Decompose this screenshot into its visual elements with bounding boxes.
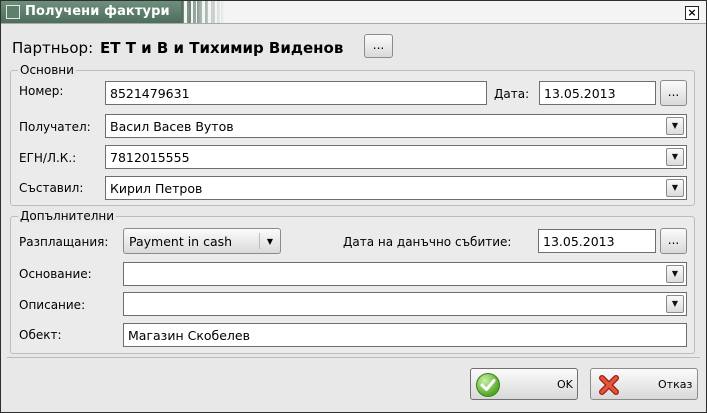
composer-combo[interactable]: Кирил Петров xyxy=(105,176,687,200)
number-input[interactable]: 8521479631 xyxy=(105,81,487,105)
object-input[interactable]: Магазин Скобелев xyxy=(123,323,687,347)
date-value: 13.05.2013 xyxy=(544,86,616,101)
window-icon xyxy=(6,5,20,19)
egn-label: ЕГН/Л.К.: xyxy=(19,151,77,165)
chevron-down-icon: ▼ xyxy=(671,183,679,192)
ok-button[interactable]: OK xyxy=(470,368,578,400)
payment-label: Разплащания: xyxy=(19,235,109,249)
combo-separator xyxy=(259,233,260,249)
basis-combo[interactable] xyxy=(123,262,687,286)
tax-date-browse-label: ... xyxy=(667,233,680,247)
ok-label: OK xyxy=(557,378,573,391)
title-bar[interactable]: Получени фактури × xyxy=(1,1,706,24)
date-picker-button[interactable]: ... xyxy=(660,80,687,106)
basis-dropdown-button[interactable]: ▼ xyxy=(666,265,684,283)
date-label: Дата: xyxy=(494,87,530,101)
egn-combo[interactable]: 7812015555 xyxy=(105,145,687,169)
object-label: Обект: xyxy=(19,328,62,342)
partner-label: Партньор: xyxy=(12,39,94,57)
tax-date-label: Дата на данъчно събитие: xyxy=(343,235,512,249)
recipient-value: Васил Васев Вутов xyxy=(110,119,234,134)
basic-group-title: Основни xyxy=(18,63,76,77)
check-icon xyxy=(476,373,500,397)
browse-label: ... xyxy=(372,38,385,52)
invoice-dialog: Получени фактури × Партньор: ЕТ Т и В и … xyxy=(0,0,707,413)
number-label: Номер: xyxy=(19,84,64,98)
chevron-down-icon: ▼ xyxy=(266,237,273,246)
payment-value: Payment in cash xyxy=(129,234,233,249)
description-dropdown-button[interactable]: ▼ xyxy=(666,295,684,313)
close-button[interactable]: × xyxy=(685,6,699,20)
basis-label: Основание: xyxy=(19,267,92,281)
recipient-dropdown-button[interactable]: ▼ xyxy=(666,117,684,135)
close-icon: × xyxy=(687,6,697,19)
bottom-separator xyxy=(7,357,700,358)
composer-label: Съставил: xyxy=(19,181,84,195)
cancel-label: Отказ xyxy=(658,378,693,391)
chevron-down-icon: ▼ xyxy=(671,152,679,161)
cancel-button[interactable]: Отказ xyxy=(590,368,698,400)
title-tab: Получени фактури xyxy=(1,1,181,23)
tax-date-value: 13.05.2013 xyxy=(543,234,615,249)
title-decoration xyxy=(181,1,225,23)
window-title: Получени фактури xyxy=(25,4,170,19)
number-value: 8521479631 xyxy=(110,86,190,101)
egn-value: 7812015555 xyxy=(110,150,190,165)
date-browse-label: ... xyxy=(667,85,680,99)
chevron-down-icon: ▼ xyxy=(671,299,679,308)
date-input[interactable]: 13.05.2013 xyxy=(539,81,656,105)
chevron-down-icon: ▼ xyxy=(671,121,679,130)
recipient-label: Получател: xyxy=(19,120,91,134)
tax-date-picker-button[interactable]: ... xyxy=(660,228,687,254)
composer-dropdown-button[interactable]: ▼ xyxy=(666,179,684,197)
description-label: Описание: xyxy=(19,298,86,312)
description-combo[interactable] xyxy=(123,292,687,316)
recipient-combo[interactable]: Васил Васев Вутов xyxy=(105,114,687,138)
additional-group-title: Допълнителни xyxy=(18,209,117,223)
payment-select[interactable]: Payment in cash ▼ xyxy=(123,228,281,254)
partner-browse-button[interactable]: ... xyxy=(364,34,393,58)
tax-date-input[interactable]: 13.05.2013 xyxy=(538,229,656,253)
object-value: Магазин Скобелев xyxy=(128,328,250,343)
partner-name: ЕТ Т и В и Тихимир Виденов xyxy=(100,39,344,57)
chevron-down-icon: ▼ xyxy=(671,269,679,278)
egn-dropdown-button[interactable]: ▼ xyxy=(666,148,684,166)
composer-value: Кирил Петров xyxy=(110,181,203,196)
x-icon xyxy=(597,373,621,397)
